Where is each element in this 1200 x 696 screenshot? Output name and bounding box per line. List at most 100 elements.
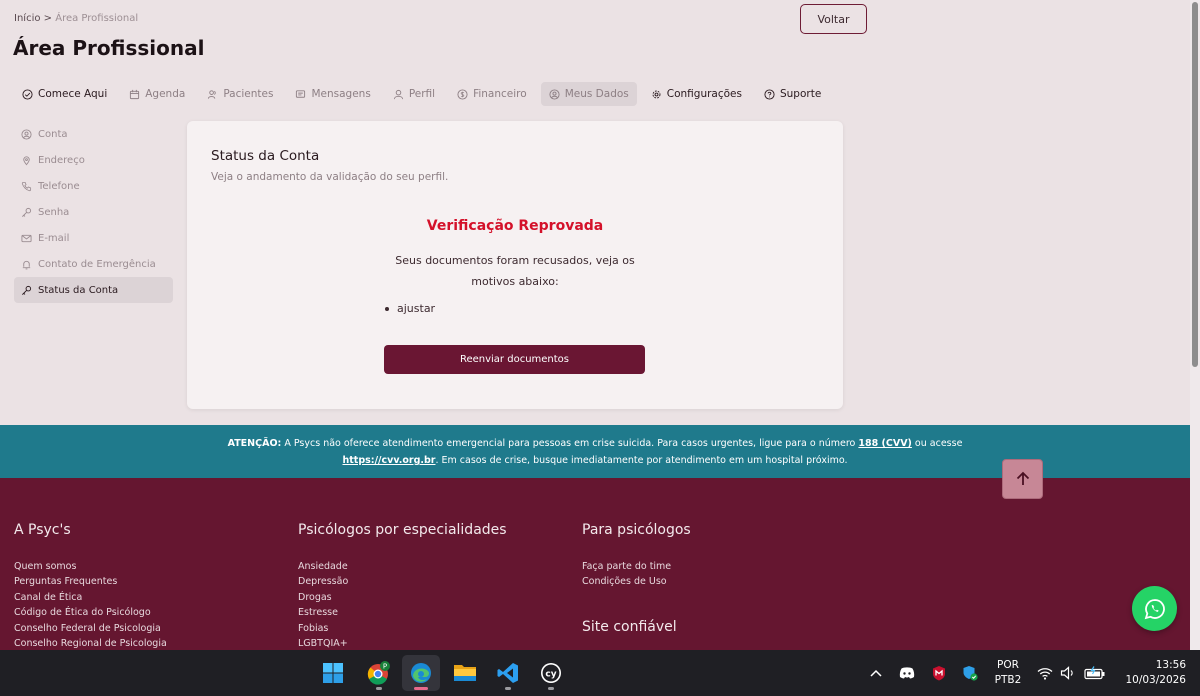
tray-wifi[interactable] — [1034, 650, 1056, 696]
sidebar-item-label: Conta — [38, 128, 68, 140]
tab-comece-aqui[interactable]: Comece Aqui — [14, 82, 115, 106]
sidebar-item-senha[interactable]: Senha — [14, 199, 173, 225]
running-indicator — [548, 687, 554, 690]
phone-icon — [21, 181, 32, 191]
footer-link[interactable]: Conselho Federal de Psicologia — [14, 621, 167, 636]
tab-meus-dados[interactable]: Meus Dados — [540, 82, 637, 106]
sidebar-item-label: Endereço — [38, 154, 85, 166]
language-label: POR — [997, 659, 1019, 671]
trusted-site-title: Site confiável — [582, 619, 677, 635]
tab-suporte[interactable]: Suporte — [756, 82, 829, 106]
tray-security[interactable] — [959, 650, 981, 696]
alert-text-1: A Psycs não oferece atendimento emergenc… — [284, 438, 856, 449]
breadcrumb-home[interactable]: Início — [14, 13, 40, 24]
taskbar-chrome[interactable]: P — [360, 655, 398, 691]
footer-link[interactable]: Código de Ética do Psicólogo — [14, 605, 167, 620]
help-icon — [764, 88, 775, 100]
tab-label: Comece Aqui — [38, 88, 108, 100]
footer-link[interactable]: Conselho Regional de Psicologia — [14, 636, 167, 650]
tray-discord[interactable] — [896, 650, 918, 696]
account-status-card: Status da Conta Veja o andamento da vali… — [187, 121, 843, 409]
card-title: Status da Conta — [211, 148, 320, 164]
tab-perfil[interactable]: Perfil — [385, 82, 443, 106]
sidebar-item-contato-emergencia[interactable]: Contato de Emergência — [14, 251, 173, 277]
taskbar-cypress[interactable]: cy — [532, 655, 570, 691]
scrollbar-thumb[interactable] — [1192, 2, 1198, 367]
footer-link[interactable]: Quem somos — [14, 559, 167, 574]
users-icon — [208, 89, 217, 99]
tab-mensagens[interactable]: Mensagens — [287, 82, 378, 106]
tray-mcafee[interactable] — [928, 650, 950, 696]
footer-link[interactable]: LGBTQIA+ — [298, 636, 507, 650]
footer-col-title: Psicólogos por especialidades — [298, 522, 507, 538]
footer-link[interactable]: Canal de Ética — [14, 590, 167, 605]
taskbar-file-explorer[interactable] — [446, 655, 484, 691]
sidebar-item-label: Status da Conta — [38, 284, 119, 296]
windows-security-icon — [963, 666, 978, 681]
user-circle-icon — [21, 128, 32, 140]
sidebar-item-endereco[interactable]: Endereço — [14, 147, 173, 173]
tray-overflow-button[interactable] — [866, 650, 886, 696]
tab-label: Perfil — [408, 88, 436, 100]
cvv-phone-link[interactable]: 188 (CVV) — [858, 438, 912, 449]
user-circle-icon — [549, 88, 560, 100]
sidebar-item-telefone[interactable]: Telefone — [14, 173, 173, 199]
tab-configuracoes[interactable]: Configurações — [643, 82, 750, 106]
resend-documents-button[interactable]: Reenviar documentos — [384, 345, 645, 374]
cypress-icon: cy — [541, 663, 561, 683]
running-indicator — [505, 687, 511, 690]
footer-link[interactable]: Perguntas Frequentes — [14, 574, 167, 589]
status-message: Seus documentos foram recusados, veja os… — [395, 254, 635, 288]
edge-icon — [411, 663, 431, 683]
calendar-icon — [130, 89, 140, 99]
page-title: Área Profissional — [13, 36, 205, 60]
sidebar-item-label: Contato de Emergência — [38, 258, 156, 270]
back-button[interactable]: Voltar — [800, 4, 867, 34]
cvv-site-link[interactable]: https://cvv.org.br — [342, 455, 435, 466]
tab-label: Pacientes — [223, 88, 274, 100]
alert-icon — [22, 260, 31, 269]
svg-text:P: P — [383, 663, 387, 671]
windows-start-icon — [323, 663, 343, 683]
windows-start-button[interactable] — [314, 655, 352, 691]
sidebar-item-status-conta[interactable]: Status da Conta — [14, 277, 173, 303]
user-icon — [393, 89, 403, 99]
tab-label: Configurações — [666, 88, 742, 100]
scroll-to-top-button[interactable] — [1002, 459, 1043, 499]
tray-battery[interactable] — [1082, 650, 1108, 696]
footer-link[interactable]: Faça parte do time — [582, 559, 691, 574]
footer-link[interactable]: Estresse — [298, 605, 507, 620]
sidebar-item-label: Senha — [38, 206, 70, 218]
footer-link[interactable]: Drogas — [298, 590, 507, 605]
taskbar-edge[interactable] — [402, 655, 440, 691]
input-language-indicator[interactable]: POR PTB2 — [992, 658, 1024, 688]
whatsapp-icon — [1144, 598, 1165, 619]
tab-pacientes[interactable]: Pacientes — [199, 82, 281, 106]
taskbar-vscode[interactable] — [489, 655, 527, 691]
vscode-icon — [497, 663, 518, 683]
mail-icon — [21, 234, 32, 242]
card-subtitle: Veja o andamento da validação do seu per… — [211, 171, 449, 183]
sidebar-item-label: E-mail — [38, 232, 70, 244]
tab-agenda[interactable]: Agenda — [121, 82, 193, 106]
footer-link[interactable]: Condições de Uso — [582, 574, 691, 589]
footer-link[interactable]: Depressão — [298, 574, 507, 589]
clock-time: 13:56 — [1155, 659, 1186, 671]
whatsapp-button[interactable] — [1132, 586, 1177, 631]
tab-label: Meus Dados — [564, 88, 629, 100]
sidebar-item-conta[interactable]: Conta — [14, 121, 173, 147]
file-explorer-icon — [454, 665, 476, 681]
footer-link[interactable]: Ansiedade — [298, 559, 507, 574]
footer: A Psyc's Quem somos Perguntas Frequentes… — [0, 478, 1190, 650]
footer-link[interactable]: Fobias — [298, 621, 507, 636]
sidebar: Conta Endereço Telefone Senha E-mail Con… — [14, 121, 173, 303]
gear-icon — [652, 90, 661, 98]
tab-financeiro[interactable]: Financeiro — [449, 82, 535, 106]
tab-label: Agenda — [145, 88, 186, 100]
tray-volume[interactable] — [1057, 650, 1079, 696]
sidebar-item-email[interactable]: E-mail — [14, 225, 173, 251]
footer-col-about: A Psyc's Quem somos Perguntas Frequentes… — [14, 522, 167, 650]
system-clock[interactable]: 13:56 10/03/2026 — [1112, 658, 1186, 688]
status-heading: Verificação Reprovada — [426, 218, 604, 234]
wifi-icon — [1037, 667, 1053, 680]
